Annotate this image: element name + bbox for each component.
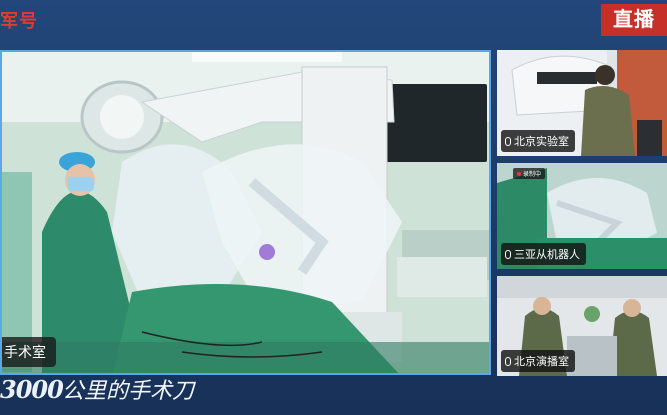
banner-number: 3000	[0, 375, 64, 404]
banner-script-title: 公里的手术刀	[62, 379, 195, 404]
main-feed-label: 手术室	[2, 337, 56, 367]
side-feed-label: 北京实验室	[501, 130, 575, 152]
side-feed-label: 三亚从机器人	[501, 243, 586, 265]
microphone-icon	[505, 356, 511, 366]
channel-logo: 军号	[0, 11, 38, 31]
live-badge: 直播	[601, 4, 667, 36]
main-video-feed[interactable]: 手术室	[0, 50, 491, 375]
side-feed-beijing-lab[interactable]: 北京实验室	[497, 50, 667, 156]
operating-room-scene	[2, 52, 489, 373]
microphone-icon	[505, 136, 511, 146]
side-feed-label: 北京演播室	[501, 350, 575, 372]
recording-indicator: 录制中	[513, 168, 546, 179]
side-feed-beijing-studio[interactable]: 北京演播室	[497, 276, 667, 376]
side-feed-sanya-robot[interactable]: 录制中 三亚从机器人	[497, 163, 667, 269]
program-title-banner: 3000 公里的手术刀	[0, 375, 491, 415]
microphone-icon	[505, 249, 511, 259]
